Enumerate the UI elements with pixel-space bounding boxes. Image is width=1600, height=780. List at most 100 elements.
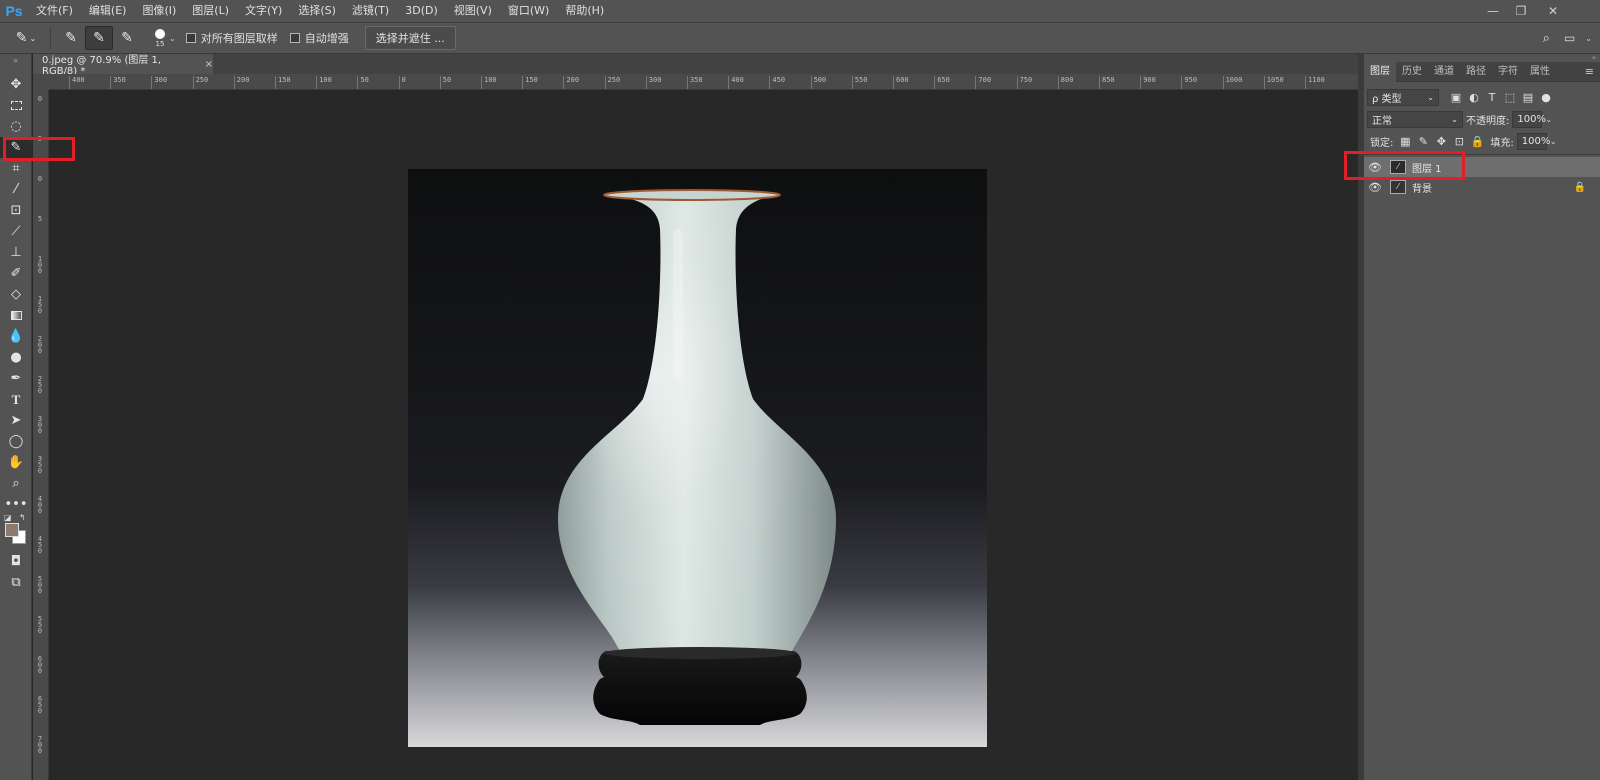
new-selection-mode-button[interactable]: ✎ bbox=[57, 26, 85, 50]
lasso-tool[interactable]: ◌ bbox=[0, 116, 32, 137]
lock-transparent-icon[interactable]: ▦ bbox=[1396, 135, 1414, 148]
dodge-tool[interactable]: ● bbox=[0, 347, 32, 368]
gradient-tool[interactable] bbox=[0, 305, 32, 326]
filter-type-icon[interactable]: T bbox=[1483, 91, 1501, 104]
default-colors-icon[interactable]: ◪ bbox=[4, 513, 12, 522]
auto-enhance-checkbox[interactable] bbox=[289, 33, 300, 43]
zoom-tool[interactable]: ⌕ bbox=[0, 473, 32, 494]
ruler-tick-label: 1050 bbox=[1263, 76, 1284, 89]
document-canvas[interactable] bbox=[408, 169, 987, 747]
search-icon[interactable]: ⌕ bbox=[1543, 31, 1550, 46]
tab-character[interactable]: 字符 bbox=[1492, 62, 1524, 82]
document-tab[interactable]: 0.jpeg @ 70.9% (图层 1, RGB/8) * × bbox=[33, 54, 213, 77]
history-brush-tool[interactable]: ✐ bbox=[0, 263, 32, 284]
marquee-tool[interactable] bbox=[0, 95, 32, 116]
select-and-mask-button[interactable]: 选择并遮住 ... bbox=[364, 26, 456, 50]
blur-tool[interactable]: 💧 bbox=[0, 326, 32, 347]
minimize-button[interactable]: — bbox=[1480, 0, 1506, 22]
menu-filter[interactable]: 滤镜(T) bbox=[344, 0, 397, 22]
hand-tool[interactable]: ✋ bbox=[0, 452, 32, 473]
panel-tabs: 图层 历史 通道 路径 字符 属性 ≡ bbox=[1364, 61, 1600, 82]
tab-paths[interactable]: 路径 bbox=[1460, 62, 1492, 82]
crop-tool[interactable]: ⌗ bbox=[0, 158, 32, 179]
menu-select[interactable]: 选择(S) bbox=[290, 0, 344, 22]
quick-selection-tool[interactable]: ✎ bbox=[0, 137, 32, 158]
subtract-from-selection-mode-button[interactable]: ✎ bbox=[113, 26, 141, 50]
spot-healing-tool[interactable]: ⊡ bbox=[0, 200, 32, 221]
ruler-tick-label: 700 bbox=[975, 76, 991, 89]
stamp-tool[interactable]: ⊥ bbox=[0, 242, 32, 263]
menu-file[interactable]: 文件(F) bbox=[28, 0, 81, 22]
filter-adjustment-icon[interactable]: ◐ bbox=[1465, 91, 1483, 104]
menu-edit[interactable]: 编辑(E) bbox=[81, 0, 135, 22]
quick-selection-icon: ✎ bbox=[15, 30, 28, 46]
menu-help[interactable]: 帮助(H) bbox=[557, 0, 612, 22]
lock-artboard-icon[interactable]: ⊡ bbox=[1450, 135, 1468, 148]
add-to-selection-mode-button[interactable]: ✎ bbox=[85, 26, 113, 50]
pen-tool[interactable]: ✒ bbox=[0, 368, 32, 389]
tab-history[interactable]: 历史 bbox=[1396, 62, 1428, 82]
brush-tool[interactable]: ⟋ bbox=[0, 221, 32, 242]
menu-view[interactable]: 视图(V) bbox=[446, 0, 500, 22]
eraser-tool[interactable]: ◇ bbox=[0, 284, 32, 305]
tab-layers[interactable]: 图层 bbox=[1364, 61, 1396, 82]
visibility-eye-icon[interactable]: 👁 bbox=[1364, 161, 1386, 174]
chevron-down-icon[interactable]: ⌄ bbox=[1550, 137, 1557, 146]
blend-mode-value: 正常 bbox=[1372, 115, 1392, 127]
filter-kind-select[interactable]: ρ 类型 ⌄ bbox=[1367, 88, 1439, 106]
blur-icon: 💧 bbox=[7, 329, 25, 344]
collapse-icon[interactable]: » bbox=[0, 54, 31, 68]
color-swatches: ◪ ↰ bbox=[0, 513, 32, 551]
ellipse-tool[interactable]: ◯ bbox=[0, 431, 32, 452]
menu-window[interactable]: 窗口(W) bbox=[500, 0, 557, 22]
menu-layer[interactable]: 图层(L) bbox=[184, 0, 237, 22]
workspace-icon[interactable]: ▭ bbox=[1564, 31, 1575, 45]
layer-row[interactable]: 👁 ⁄ 背景 🔒 bbox=[1364, 177, 1600, 197]
blend-mode-select[interactable]: 正常 ⌄ bbox=[1367, 110, 1463, 128]
panel-menu-icon[interactable]: ≡ bbox=[1585, 65, 1600, 78]
stamp-icon: ⊥ bbox=[10, 245, 22, 260]
fill-input[interactable]: 100% bbox=[1516, 132, 1550, 150]
eyedropper-tool[interactable]: ⁄ bbox=[0, 179, 32, 200]
restore-button[interactable]: ❐ bbox=[1508, 0, 1534, 22]
quick-mask-icon: ◘ bbox=[10, 554, 22, 569]
tab-channels[interactable]: 通道 bbox=[1428, 62, 1460, 82]
brush-add-icon: ✎ bbox=[93, 30, 105, 46]
lock-image-icon[interactable]: ✎ bbox=[1414, 135, 1432, 148]
move-tool[interactable]: ✥ bbox=[0, 74, 32, 95]
brush-size-picker[interactable]: 15 bbox=[155, 28, 165, 48]
foreground-color-swatch[interactable] bbox=[5, 523, 19, 537]
ruler-tick-label: 150 bbox=[522, 76, 538, 89]
screen-mode-button[interactable]: ⧉ bbox=[0, 572, 32, 593]
layer-row[interactable]: 👁 ⁄ 图层 1 bbox=[1364, 157, 1600, 177]
chevron-down-icon[interactable]: ⌄ bbox=[169, 34, 176, 43]
chevron-down-icon[interactable]: ⌄ bbox=[1545, 115, 1552, 124]
menu-image[interactable]: 图像(I) bbox=[134, 0, 184, 22]
opacity-input[interactable]: 100% bbox=[1512, 110, 1546, 128]
tool-preset-picker[interactable]: ✎ ⌄ bbox=[8, 26, 44, 50]
filter-pixel-icon[interactable]: ▣ bbox=[1447, 91, 1465, 104]
filter-smart-object-icon[interactable]: ▤ bbox=[1519, 91, 1537, 104]
type-tool[interactable]: T bbox=[0, 389, 32, 410]
canvas-area[interactable] bbox=[49, 90, 1358, 780]
quick-mask-button[interactable]: ◘ bbox=[0, 551, 32, 572]
visibility-eye-icon[interactable]: 👁 bbox=[1364, 181, 1386, 194]
more-tools-button[interactable]: ••• bbox=[0, 494, 32, 515]
lock-position-icon[interactable]: ✥ bbox=[1432, 135, 1450, 148]
more-icon: ••• bbox=[4, 497, 28, 512]
filter-toggle-icon[interactable]: ● bbox=[1537, 91, 1555, 104]
path-selection-tool[interactable]: ➤ bbox=[0, 410, 32, 431]
lock-all-icon[interactable]: 🔒 bbox=[1468, 135, 1486, 148]
menu-type[interactable]: 文字(Y) bbox=[237, 0, 290, 22]
tab-properties[interactable]: 属性 bbox=[1524, 62, 1556, 82]
sample-all-layers-checkbox[interactable] bbox=[185, 33, 196, 43]
ruler-tick-label: 400 bbox=[69, 76, 85, 89]
swap-colors-icon[interactable]: ↰ bbox=[19, 513, 26, 522]
chevron-down-icon[interactable]: ⌄ bbox=[1585, 34, 1592, 43]
menu-3d[interactable]: 3D(D) bbox=[397, 0, 446, 22]
lock-fill-row: 锁定: ▦ ✎ ✥ ⊡ 🔒 填充: 100% ⌄ bbox=[1364, 130, 1600, 152]
brush-subtract-icon: ✎ bbox=[121, 30, 133, 46]
filter-shape-icon[interactable]: ⬚ bbox=[1501, 91, 1519, 104]
close-window-button[interactable]: ✕ bbox=[1540, 0, 1566, 22]
close-tab-icon[interactable]: × bbox=[205, 59, 213, 70]
